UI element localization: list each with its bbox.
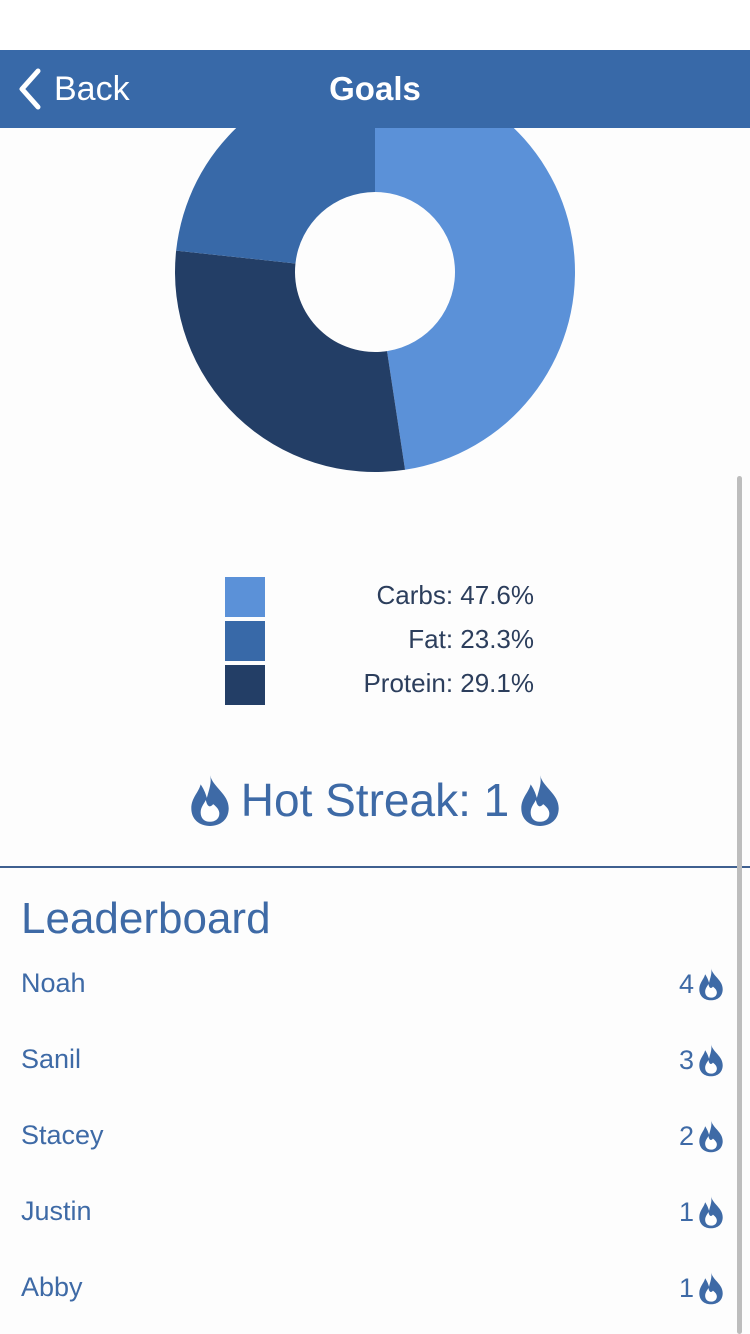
legend-swatch-protein	[225, 665, 265, 705]
leaderboard-score: 1	[679, 1270, 724, 1306]
chart-legend: Carbs: 47.6% Fat: 23.3% Protein: 29.1%	[225, 576, 545, 708]
donut-slice-carbs	[375, 128, 575, 470]
hot-streak: Hot Streak: 1	[0, 768, 750, 832]
flame-icon	[699, 1120, 723, 1153]
status-bar-area	[0, 0, 750, 50]
leaderboard-name: Stacey	[21, 1120, 104, 1150]
leaderboard-row[interactable]: Abby 1	[0, 1250, 750, 1326]
leaderboard-list: Noah 4 Sanil 3 Stacey 2 Justin 1 Abby 1	[0, 946, 750, 1326]
leaderboard-name: Noah	[21, 968, 86, 998]
leaderboard-title: Leaderboard	[21, 894, 271, 943]
legend-swatch-fat	[225, 621, 265, 661]
section-divider	[0, 866, 750, 868]
navigation-bar: Back Goals	[0, 50, 750, 128]
leaderboard-name: Abby	[21, 1272, 83, 1302]
flame-icon	[699, 968, 723, 1001]
chevron-left-icon	[19, 68, 41, 110]
leaderboard-row[interactable]: Noah 4	[0, 946, 750, 1022]
leaderboard-name: Justin	[21, 1196, 92, 1226]
legend-item-protein: Protein: 29.1%	[225, 664, 545, 708]
leaderboard-score-value: 1	[678, 1196, 694, 1227]
leaderboard-score: 4	[679, 966, 724, 1002]
legend-item-carbs: Carbs: 47.6%	[225, 576, 545, 620]
back-label: Back	[54, 69, 130, 108]
legend-label-carbs: Carbs: 47.6%	[376, 580, 534, 610]
macro-donut-chart	[0, 128, 750, 528]
leaderboard-score: 2	[679, 1118, 724, 1154]
leaderboard-row[interactable]: Stacey 2	[0, 1098, 750, 1174]
flame-icon	[191, 775, 229, 826]
leaderboard-score-value: 2	[678, 1120, 694, 1151]
back-button[interactable]: Back	[16, 62, 130, 116]
flame-icon	[699, 1044, 723, 1077]
flame-icon	[699, 1196, 723, 1229]
leaderboard-name: Sanil	[21, 1044, 82, 1074]
legend-swatch-carbs	[225, 577, 265, 617]
flame-icon	[521, 775, 559, 826]
leaderboard-score: 3	[679, 1042, 724, 1078]
leaderboard-row[interactable]: Sanil 3	[0, 1022, 750, 1098]
leaderboard-score-value: 1	[678, 1272, 694, 1303]
hot-streak-label: Hot Streak: 1	[240, 774, 510, 826]
flame-icon	[699, 1272, 723, 1305]
leaderboard-row[interactable]: Justin 1	[0, 1174, 750, 1250]
leaderboard-score-value: 3	[678, 1044, 694, 1075]
legend-label-fat: Fat: 23.3%	[408, 624, 534, 654]
donut-slice-protein	[175, 250, 406, 472]
legend-label-protein: Protein: 29.1%	[363, 668, 534, 698]
scrollbar[interactable]	[737, 476, 742, 1334]
leaderboard-score: 1	[679, 1194, 724, 1230]
legend-item-fat: Fat: 23.3%	[225, 620, 545, 664]
donut-slice-fat	[176, 128, 375, 264]
leaderboard-score-value: 4	[678, 968, 694, 999]
